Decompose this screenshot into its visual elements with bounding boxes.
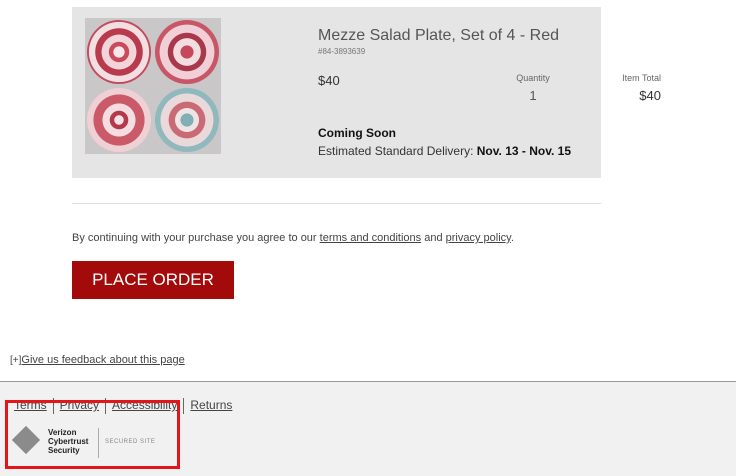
purchase-agreement-text: By continuing with your purchase you agr… (72, 232, 514, 244)
agreement-and: and (424, 232, 443, 244)
product-sku: #84-3893639 (318, 47, 366, 56)
item-total-label: Item Total (622, 73, 661, 83)
footer-separator (183, 398, 185, 414)
plate-graphic (87, 88, 151, 152)
place-order-button[interactable]: PLACE ORDER (72, 261, 234, 299)
item-total-value: $40 (639, 88, 661, 103)
delivery-label: Estimated Standard Delivery: (318, 144, 474, 158)
plate-graphic (155, 88, 219, 152)
privacy-policy-link[interactable]: privacy policy (446, 232, 511, 244)
product-price: $40 (318, 73, 340, 88)
feedback-link[interactable]: Give us feedback about this page (21, 354, 184, 366)
order-item-card: Mezze Salad Plate, Set of 4 - Red #84-38… (72, 7, 661, 178)
agreement-prefix: By continuing with your purchase you agr… (72, 232, 317, 244)
availability-status: Coming Soon (318, 126, 396, 140)
delivery-dates: Nov. 13 - Nov. 15 (476, 144, 572, 158)
quantity-label: Quantity (516, 73, 550, 83)
feedback-expand-toggle[interactable]: [+] (10, 355, 21, 366)
highlight-box (5, 400, 180, 469)
plate-graphic (155, 20, 219, 84)
delivery-estimate: Estimated Standard Delivery: Nov. 13 - N… (318, 144, 571, 158)
product-title[interactable]: Mezze Salad Plate, Set of 4 - Red (318, 27, 559, 45)
quantity-value: 1 (529, 88, 537, 103)
section-divider (72, 203, 601, 204)
footer-returns-link[interactable]: Returns (190, 398, 232, 412)
plate-graphic (87, 20, 151, 84)
terms-and-conditions-link[interactable]: terms and conditions (320, 232, 422, 244)
feedback-section: [+]Give us feedback about this page (10, 354, 185, 366)
product-image[interactable] (85, 18, 221, 154)
agreement-suffix: . (510, 232, 514, 244)
